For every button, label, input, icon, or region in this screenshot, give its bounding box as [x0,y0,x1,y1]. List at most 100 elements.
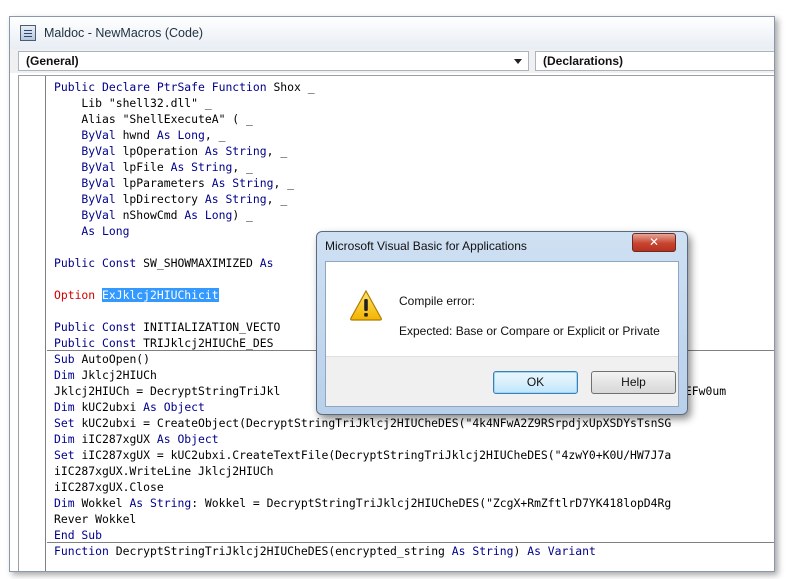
code-line[interactable]: Lib "shell32.dll" _ [54,95,774,111]
code-token: As Object [143,400,205,414]
code-token: iIC287xgUX [81,432,157,446]
code-token: Sub [54,352,82,366]
code-token: , _ [266,144,288,158]
ok-button[interactable]: OK [493,371,578,394]
code-line[interactable]: Set iIC287xgUX = kUC2ubxi.CreateTextFile… [54,447,774,463]
code-token: ByVal [54,128,123,142]
code-token: ) _ [232,208,253,222]
dialog-button-bar: OK Help [326,356,678,406]
object-dropdown[interactable]: (General) [18,51,529,71]
code-token: Function [54,544,116,558]
code-token: Set [54,416,82,430]
chevron-down-icon[interactable] [514,59,522,64]
code-token: As Long [54,224,130,238]
code-token: Rever Wokkel [54,512,137,526]
code-line[interactable]: ByVal lpFile As String, _ [54,159,774,175]
code-token: Public Declare PtrSafe Function [54,80,274,94]
code-line[interactable]: ByVal nShowCmd As Long) _ [54,207,774,223]
code-line[interactable]: ByVal hwnd As Long, _ [54,127,774,143]
close-button[interactable]: ✕ [632,233,676,252]
code-token: As String [204,144,267,158]
code-token: Public Const [54,336,144,350]
code-token: ByVal [54,192,123,206]
code-token: INITIALIZATION_VECTO [143,320,281,334]
code-token: iIC287xgUX.Close [54,480,164,494]
code-token: Public Const [54,256,144,270]
procedure-separator [47,542,774,543]
code-line[interactable]: Rever Wokkel [54,511,774,527]
code-token: Wokkel [81,496,130,510]
code-token: Dim [54,400,82,414]
code-line[interactable]: iIC287xgUX.WriteLine Jklcj2HIUCh [54,463,774,479]
code-token: Alias "ShellExecuteA" ( _ [54,112,253,126]
code-token: As Long [184,208,233,222]
code-token: As Long [156,128,205,142]
code-line[interactable]: iIC287xgUX.Close [54,479,774,495]
code-token: kUC2ubxi = CreateObject(DecryptStringTri… [81,416,672,430]
code-token: Dim [54,432,82,446]
code-token: As String [129,496,192,510]
code-token: lpDirectory [122,192,205,206]
object-dropdown-value: (General) [26,54,79,68]
code-token: iIC287xgUX.WriteLine Jklcj2HIUCh [54,464,274,478]
code-token: AutoOpen() [81,352,151,366]
combo-bar: (General) (Declarations) [10,49,774,73]
code-line[interactable]: ByVal lpDirectory As String, _ [54,191,774,207]
code-line[interactable]: Alias "ShellExecuteA" ( _ [54,111,774,127]
code-token: SW_SHOWMAXIMIZED [143,256,260,270]
code-token: DecryptStringTriJklcj2HIUCheDES(encrypte… [115,544,452,558]
help-button[interactable]: Help [591,371,676,394]
code-token: Dim [54,368,82,382]
dialog-body: Compile error: Expected: Base or Compare… [325,261,679,407]
code-token: ByVal [54,176,123,190]
compile-error-dialog: Microsoft Visual Basic for Applications … [316,231,688,415]
code-line[interactable]: ByVal lpParameters As String, _ [54,175,774,191]
code-token: , _ [232,160,253,174]
margin-indicator-bar[interactable] [19,76,46,571]
code-token: As String [170,160,233,174]
code-token: lpFile [122,160,171,174]
code-token: Dim [54,496,82,510]
dialog-title: Microsoft Visual Basic for Applications [325,239,527,253]
code-token: Set [54,448,82,462]
code-token: ByVal [54,144,123,158]
procedure-dropdown-value: (Declarations) [543,54,624,68]
vba-module-icon [20,25,36,41]
code-token: As Variant [527,544,596,558]
code-token: As String [451,544,514,558]
code-token: Public Const [54,320,144,334]
procedure-dropdown[interactable]: (Declarations) [535,51,774,71]
code-line[interactable]: Public Declare PtrSafe Function Shox _ [54,79,774,95]
code-token: hwnd [122,128,157,142]
code-token: ByVal [54,160,123,174]
code-token: As String [211,176,274,190]
code-token: Jklcj2HIUCh [81,368,157,382]
selected-text: ExJklcj2HIUChicit [102,288,219,302]
code-line[interactable]: Dim iIC287xgUX As Object [54,431,774,447]
warning-icon [350,289,382,321]
window-title: Maldoc - NewMacros (Code) [44,26,204,40]
code-token: , _ [273,176,295,190]
code-line[interactable]: End Sub [54,527,774,543]
code-token: TRIJklcj2HIUChE_DES [143,336,274,350]
error-detail: Expected: Base or Compare or Explicit or… [399,324,660,338]
code-token: , _ [204,128,226,142]
code-token: ByVal [54,208,123,222]
error-title: Compile error: [399,294,476,308]
code-token: Lib "shell32.dll" _ [54,96,212,110]
code-token: nShowCmd [122,208,185,222]
code-line[interactable]: ByVal lpOperation As String, _ [54,143,774,159]
code-token: Shox _ [273,80,315,94]
code-line[interactable]: Set kUC2ubxi = CreateObject(DecryptStrin… [54,415,774,431]
code-token: : Wokkel = DecryptStringTriJklcj2HIUCheD… [191,496,672,510]
error-keyword: Option [54,288,103,302]
code-token: End Sub [54,528,103,542]
code-line[interactable]: Function DecryptStringTriJklcj2HIUCheDES… [54,543,774,559]
code-token: As Object [156,432,219,446]
title-bar[interactable]: Maldoc - NewMacros (Code) [10,17,774,49]
code-line[interactable]: Dim Wokkel As String: Wokkel = DecryptSt… [54,495,774,511]
code-token: As String [204,192,267,206]
code-token: , _ [266,192,288,206]
code-token: lpParameters [122,176,212,190]
code-token: ) [513,544,528,558]
